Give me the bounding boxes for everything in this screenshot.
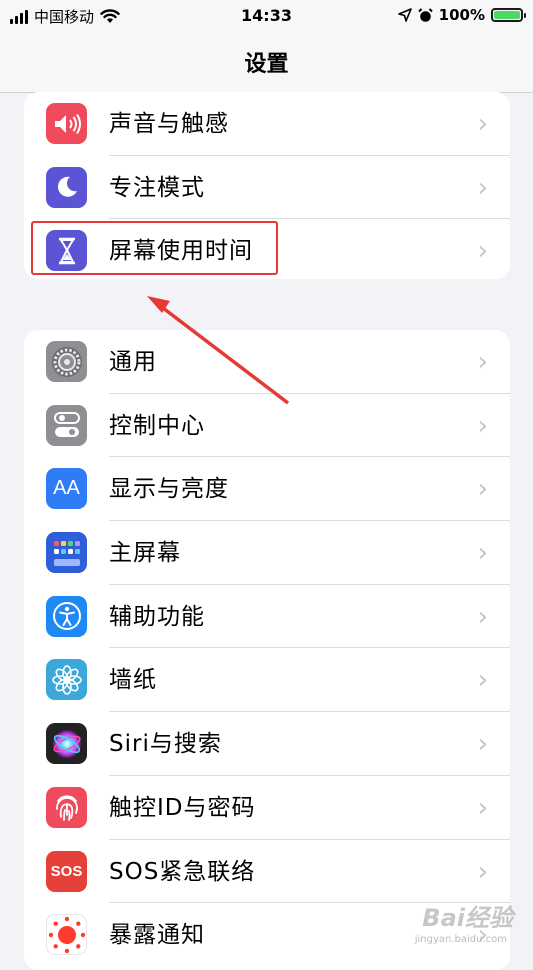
annotation-arrow xyxy=(147,296,290,405)
watermark-url: jingyan.baidu.com xyxy=(414,934,507,945)
watermark-logo: Bai经验 xyxy=(422,904,513,932)
